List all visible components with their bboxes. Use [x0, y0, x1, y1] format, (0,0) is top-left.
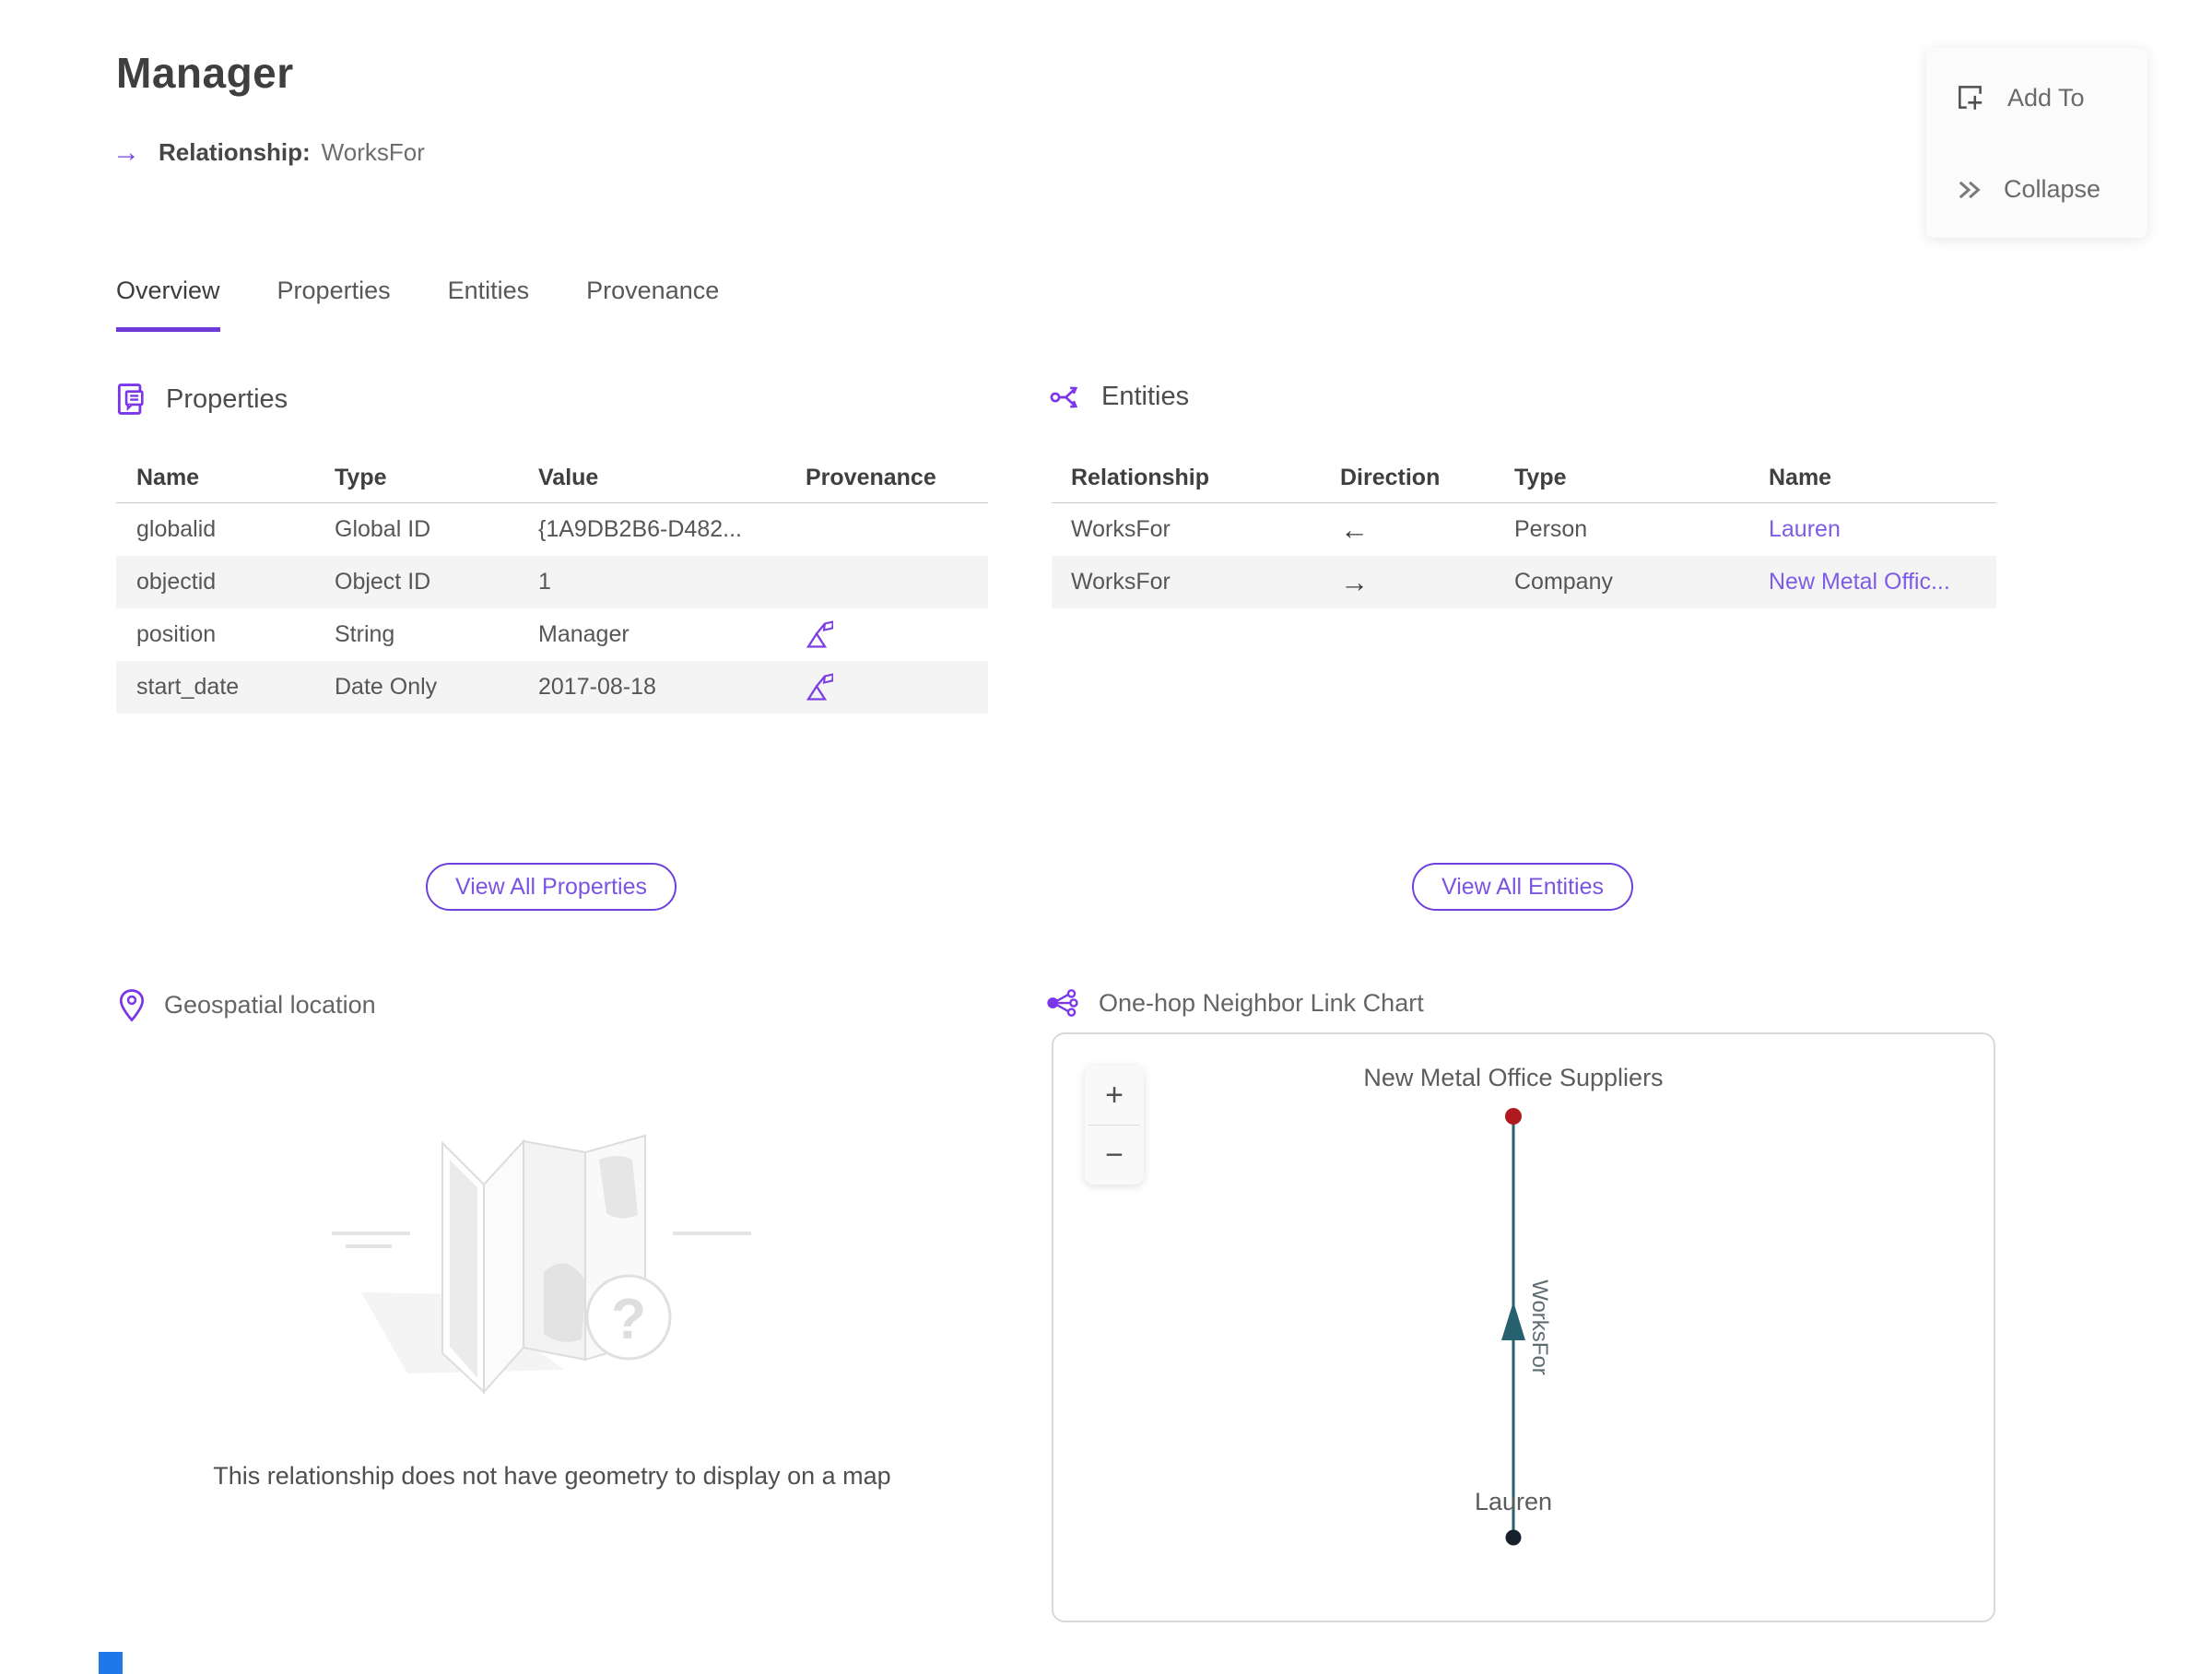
- relationship-subtitle: → Relationship: WorksFor: [112, 138, 425, 167]
- zoom-in-button[interactable]: +: [1085, 1066, 1144, 1125]
- property-type: Date Only: [335, 674, 438, 700]
- provenance-flag-icon[interactable]: [797, 619, 988, 650]
- property-type: Object ID: [335, 569, 431, 595]
- collapse-button[interactable]: Collapse: [1954, 175, 2100, 204]
- entities-table-header: Relationship Direction Type Name: [1052, 454, 1996, 503]
- link-chart-canvas[interactable]: New Metal Office Suppliers Lauren WorksF…: [1053, 1034, 1990, 1617]
- property-value: 2017-08-18: [538, 674, 656, 700]
- col-type: Type: [335, 465, 387, 490]
- link-chart-section-title: One-hop Neighbor Link Chart: [1099, 988, 1424, 1017]
- add-to-label: Add To: [2007, 83, 2085, 112]
- entities-section-header: Entities: [1050, 382, 1189, 412]
- direction-arrow-right-icon: →: [1340, 565, 1369, 598]
- tab-properties[interactable]: Properties: [277, 277, 391, 332]
- property-value: 1: [538, 569, 551, 595]
- entity-type: Person: [1514, 516, 1588, 542]
- company-node[interactable]: [1505, 1108, 1522, 1125]
- property-type: Global ID: [335, 516, 431, 542]
- tab-provenance[interactable]: Provenance: [586, 277, 719, 332]
- add-to-button[interactable]: Add To: [1954, 81, 2085, 114]
- relationship-label: Relationship:: [159, 138, 311, 166]
- map-pin-icon: [118, 988, 146, 1022]
- properties-section-header: Properties: [116, 382, 288, 417]
- table-row: position String Manager: [116, 608, 988, 661]
- col-type: Type: [1514, 465, 1567, 490]
- property-value: Manager: [538, 621, 629, 647]
- tab-bar: Overview Properties Entities Provenance: [116, 277, 719, 332]
- zoom-control: + −: [1085, 1066, 1144, 1185]
- table-row: WorksFor → Company New Metal Offic...: [1052, 556, 1996, 608]
- double-chevron-right-icon: [1954, 176, 1983, 204]
- link-chart-section-header: One-hop Neighbor Link Chart: [1045, 988, 1424, 1018]
- col-name: Name: [1769, 465, 1832, 490]
- tab-entities[interactable]: Entities: [448, 277, 530, 332]
- collapse-label: Collapse: [2004, 175, 2101, 203]
- page-title: Manager: [116, 49, 294, 97]
- relationship-value: WorksFor: [321, 138, 425, 166]
- link-chart-icon: [1045, 988, 1080, 1018]
- col-relationship: Relationship: [1071, 465, 1210, 490]
- direction-arrow-left-icon: ←: [1340, 513, 1369, 546]
- person-node[interactable]: [1505, 1529, 1522, 1546]
- relationship-arrow-icon: →: [112, 136, 140, 168]
- entity-name-link[interactable]: Lauren: [1769, 516, 1841, 542]
- action-card: Add To Collapse: [1926, 48, 2147, 238]
- properties-icon: [116, 382, 147, 417]
- geospatial-section-header: Geospatial location: [118, 988, 376, 1022]
- edge-arrowhead: [1501, 1302, 1525, 1340]
- geospatial-section-title: Geospatial location: [164, 991, 376, 1019]
- col-name: Name: [136, 465, 200, 490]
- property-type: String: [335, 621, 395, 647]
- link-chart-panel[interactable]: New Metal Office Suppliers Lauren WorksF…: [1052, 1032, 1995, 1622]
- table-row: start_date Date Only 2017-08-18: [116, 661, 988, 713]
- properties-table-header: Name Type Value Provenance: [116, 454, 988, 503]
- col-direction: Direction: [1340, 465, 1441, 490]
- question-mark-glyph: ?: [611, 1288, 646, 1351]
- col-provenance: Provenance: [806, 465, 936, 490]
- provenance-flag-icon[interactable]: [797, 672, 988, 702]
- entities-icon: [1050, 383, 1083, 412]
- tab-overview[interactable]: Overview: [116, 277, 220, 332]
- col-value: Value: [538, 465, 599, 490]
- property-name: position: [136, 621, 217, 647]
- entity-name-link[interactable]: New Metal Offic...: [1769, 569, 1950, 595]
- entity-relationship: WorksFor: [1071, 516, 1171, 542]
- table-row: WorksFor ← Person Lauren: [1052, 503, 1996, 556]
- top-node-label: New Metal Office Suppliers: [1363, 1064, 1663, 1091]
- properties-table: Name Type Value Provenance globalid Glob…: [116, 454, 988, 713]
- property-name: objectid: [136, 569, 217, 595]
- table-row: objectid Object ID 1: [116, 556, 988, 608]
- property-value: {1A9DB2B6-D482...: [538, 516, 742, 542]
- map-placeholder-illustration: ?: [323, 1088, 765, 1420]
- view-all-entities-button[interactable]: View All Entities: [1412, 863, 1634, 911]
- view-all-properties-button[interactable]: View All Properties: [426, 863, 677, 911]
- property-name: globalid: [136, 516, 217, 542]
- geospatial-empty-message: This relationship does not have geometry…: [213, 1462, 891, 1490]
- table-row: globalid Global ID {1A9DB2B6-D482...: [116, 503, 988, 556]
- add-to-icon: [1954, 81, 1987, 114]
- bottom-node-label: Lauren: [1475, 1488, 1552, 1515]
- entities-section-title: Entities: [1101, 382, 1190, 411]
- entity-type: Company: [1514, 569, 1613, 595]
- entities-table: Relationship Direction Type Name WorksFo…: [1052, 454, 1996, 608]
- entity-relationship: WorksFor: [1071, 569, 1171, 595]
- properties-section-title: Properties: [166, 383, 288, 414]
- edge-label: WorksFor: [1527, 1279, 1552, 1375]
- bottom-left-blue-artifact: [99, 1652, 123, 1674]
- property-name: start_date: [136, 674, 240, 700]
- zoom-out-button[interactable]: −: [1085, 1126, 1144, 1185]
